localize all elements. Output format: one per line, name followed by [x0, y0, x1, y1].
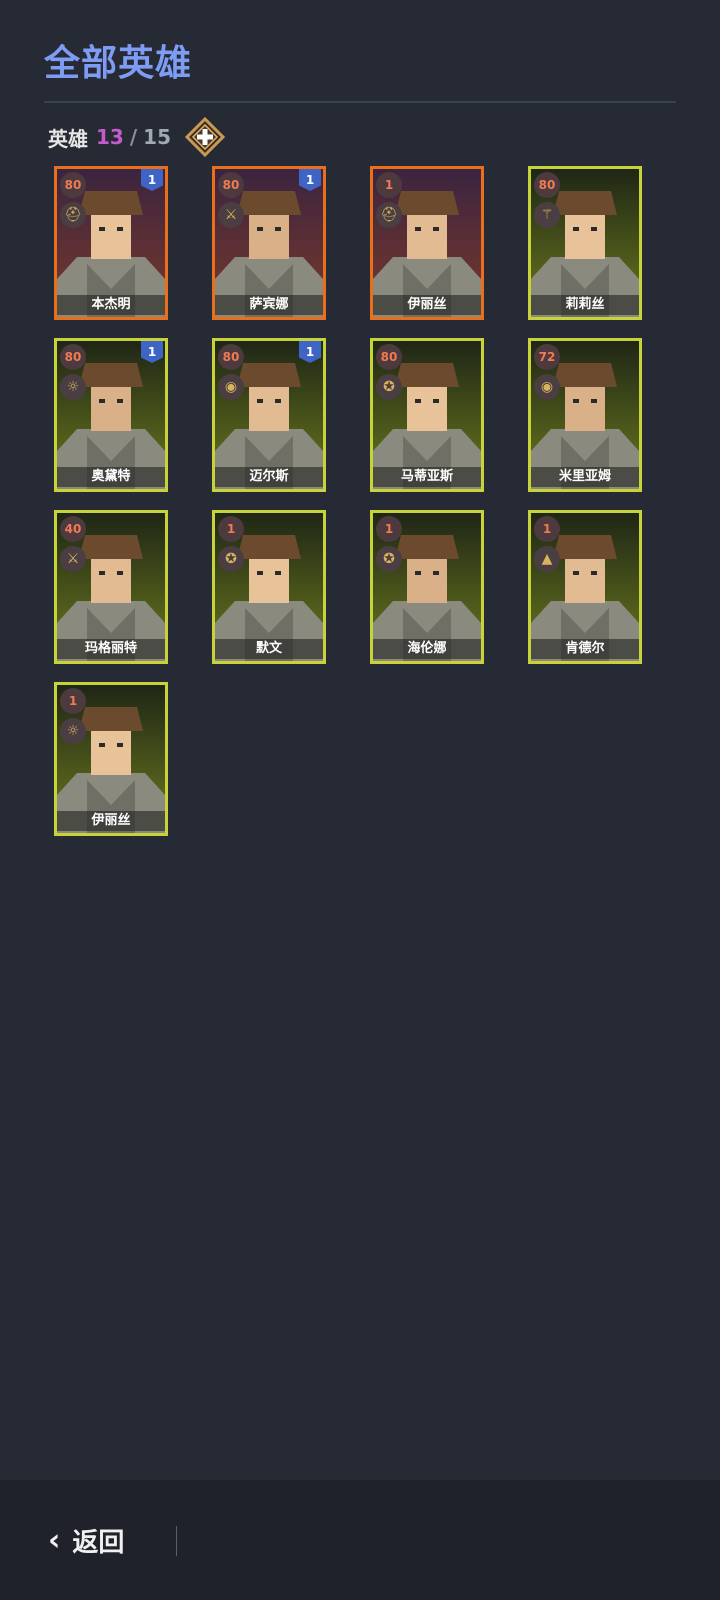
hero-level-badge: 80 — [60, 344, 86, 370]
helmet-icon: ⛑ — [376, 202, 402, 228]
hero-name: 萨宾娜 — [215, 295, 323, 315]
hero-card[interactable]: 40 ⚔ 玛格丽特 — [54, 510, 168, 664]
helmet-icon: ⛑ — [60, 202, 86, 228]
hero-level-badge: 72 — [534, 344, 560, 370]
footer-separator — [176, 1526, 177, 1556]
hero-card[interactable]: 80 ☼ 1 奥黛特 — [54, 338, 168, 492]
hero-name: 马蒂亚斯 — [373, 467, 481, 487]
hero-count-separator: / — [129, 125, 138, 149]
hero-card[interactable]: 1 ✪ 海伦娜 — [370, 510, 484, 664]
hero-name: 莉莉丝 — [531, 295, 639, 315]
hero-card[interactable]: 72 ◉ 米里亚姆 — [528, 338, 642, 492]
eye-icon: ◉ — [218, 374, 244, 400]
staff-icon: ⚚ — [534, 202, 560, 228]
hero-card[interactable]: 1 ☼ 伊丽丝 — [54, 682, 168, 836]
hero-count: 英雄 13 / 15 — [48, 116, 226, 158]
hero-count-current: 13 — [96, 125, 124, 149]
hero-name: 奥黛特 — [57, 467, 165, 487]
hat-icon: ▲ — [534, 546, 560, 572]
back-label: 返回 — [72, 1527, 125, 1558]
hero-card[interactable]: 1 ▲ 肯德尔 — [528, 510, 642, 664]
hero-card[interactable]: 1 ✪ 默文 — [212, 510, 326, 664]
hero-level-badge: 1 — [60, 688, 86, 714]
hero-card[interactable]: 80 ✪ 马蒂亚斯 — [370, 338, 484, 492]
hero-count-label: 英雄 — [48, 126, 88, 151]
pentagram-icon: ✪ — [376, 374, 402, 400]
hero-level-badge: 80 — [218, 344, 244, 370]
hero-name: 伊丽丝 — [57, 811, 165, 831]
sword-icon: ⚔ — [218, 202, 244, 228]
hero-level-badge: 1 — [218, 516, 244, 542]
hero-count-max: 15 — [143, 125, 171, 149]
hero-name: 伊丽丝 — [373, 295, 481, 315]
hero-name: 玛格丽特 — [57, 639, 165, 659]
pentagram-icon: ✪ — [376, 546, 402, 572]
hero-level-badge: 1 — [376, 516, 402, 542]
sun-icon: ☼ — [60, 718, 86, 744]
eye-icon: ◉ — [534, 374, 560, 400]
hero-card[interactable]: 80 ⚔ 1 萨宾娜 — [212, 166, 326, 320]
hero-card[interactable]: 1 ⛑ 伊丽丝 — [370, 166, 484, 320]
plus-diamond-icon — [184, 116, 226, 158]
pentagram-icon: ✪ — [218, 546, 244, 572]
hero-level-badge: 1 — [376, 172, 402, 198]
sword-icon: ⚔ — [60, 546, 86, 572]
hero-level-badge: 40 — [60, 516, 86, 542]
hero-name: 本杰明 — [57, 295, 165, 315]
hero-level-badge: 80 — [534, 172, 560, 198]
sun-icon: ☼ — [60, 374, 86, 400]
hero-card[interactable]: 80 ◉ 1 迈尔斯 — [212, 338, 326, 492]
divider — [44, 101, 676, 103]
chevron-left-icon: ‹ — [48, 1522, 61, 1558]
hero-name: 海伦娜 — [373, 639, 481, 659]
hero-name: 肯德尔 — [531, 639, 639, 659]
hero-name: 迈尔斯 — [215, 467, 323, 487]
hero-grid: 80 ⛑ 1 本杰明 80 ⚔ 1 萨宾娜 1 ⛑ 伊丽丝 80 ⚚ 莉莉丝 80 ☼ 1 奥黛特 80 ◉ 1 迈尔斯 8… — [54, 166, 654, 846]
hero-name: 默文 — [215, 639, 323, 659]
add-hero-slot-button[interactable] — [184, 116, 226, 158]
back-button[interactable]: ‹ 返回 — [48, 1518, 124, 1562]
page-title: 全部英雄 — [44, 43, 193, 84]
hero-name: 米里亚姆 — [531, 467, 639, 487]
hero-card[interactable]: 80 ⚚ 莉莉丝 — [528, 166, 642, 320]
hero-level-badge: 80 — [218, 172, 244, 198]
hero-level-badge: 80 — [376, 344, 402, 370]
hero-card[interactable]: 80 ⛑ 1 本杰明 — [54, 166, 168, 320]
hero-level-badge: 80 — [60, 172, 86, 198]
hero-level-badge: 1 — [534, 516, 560, 542]
